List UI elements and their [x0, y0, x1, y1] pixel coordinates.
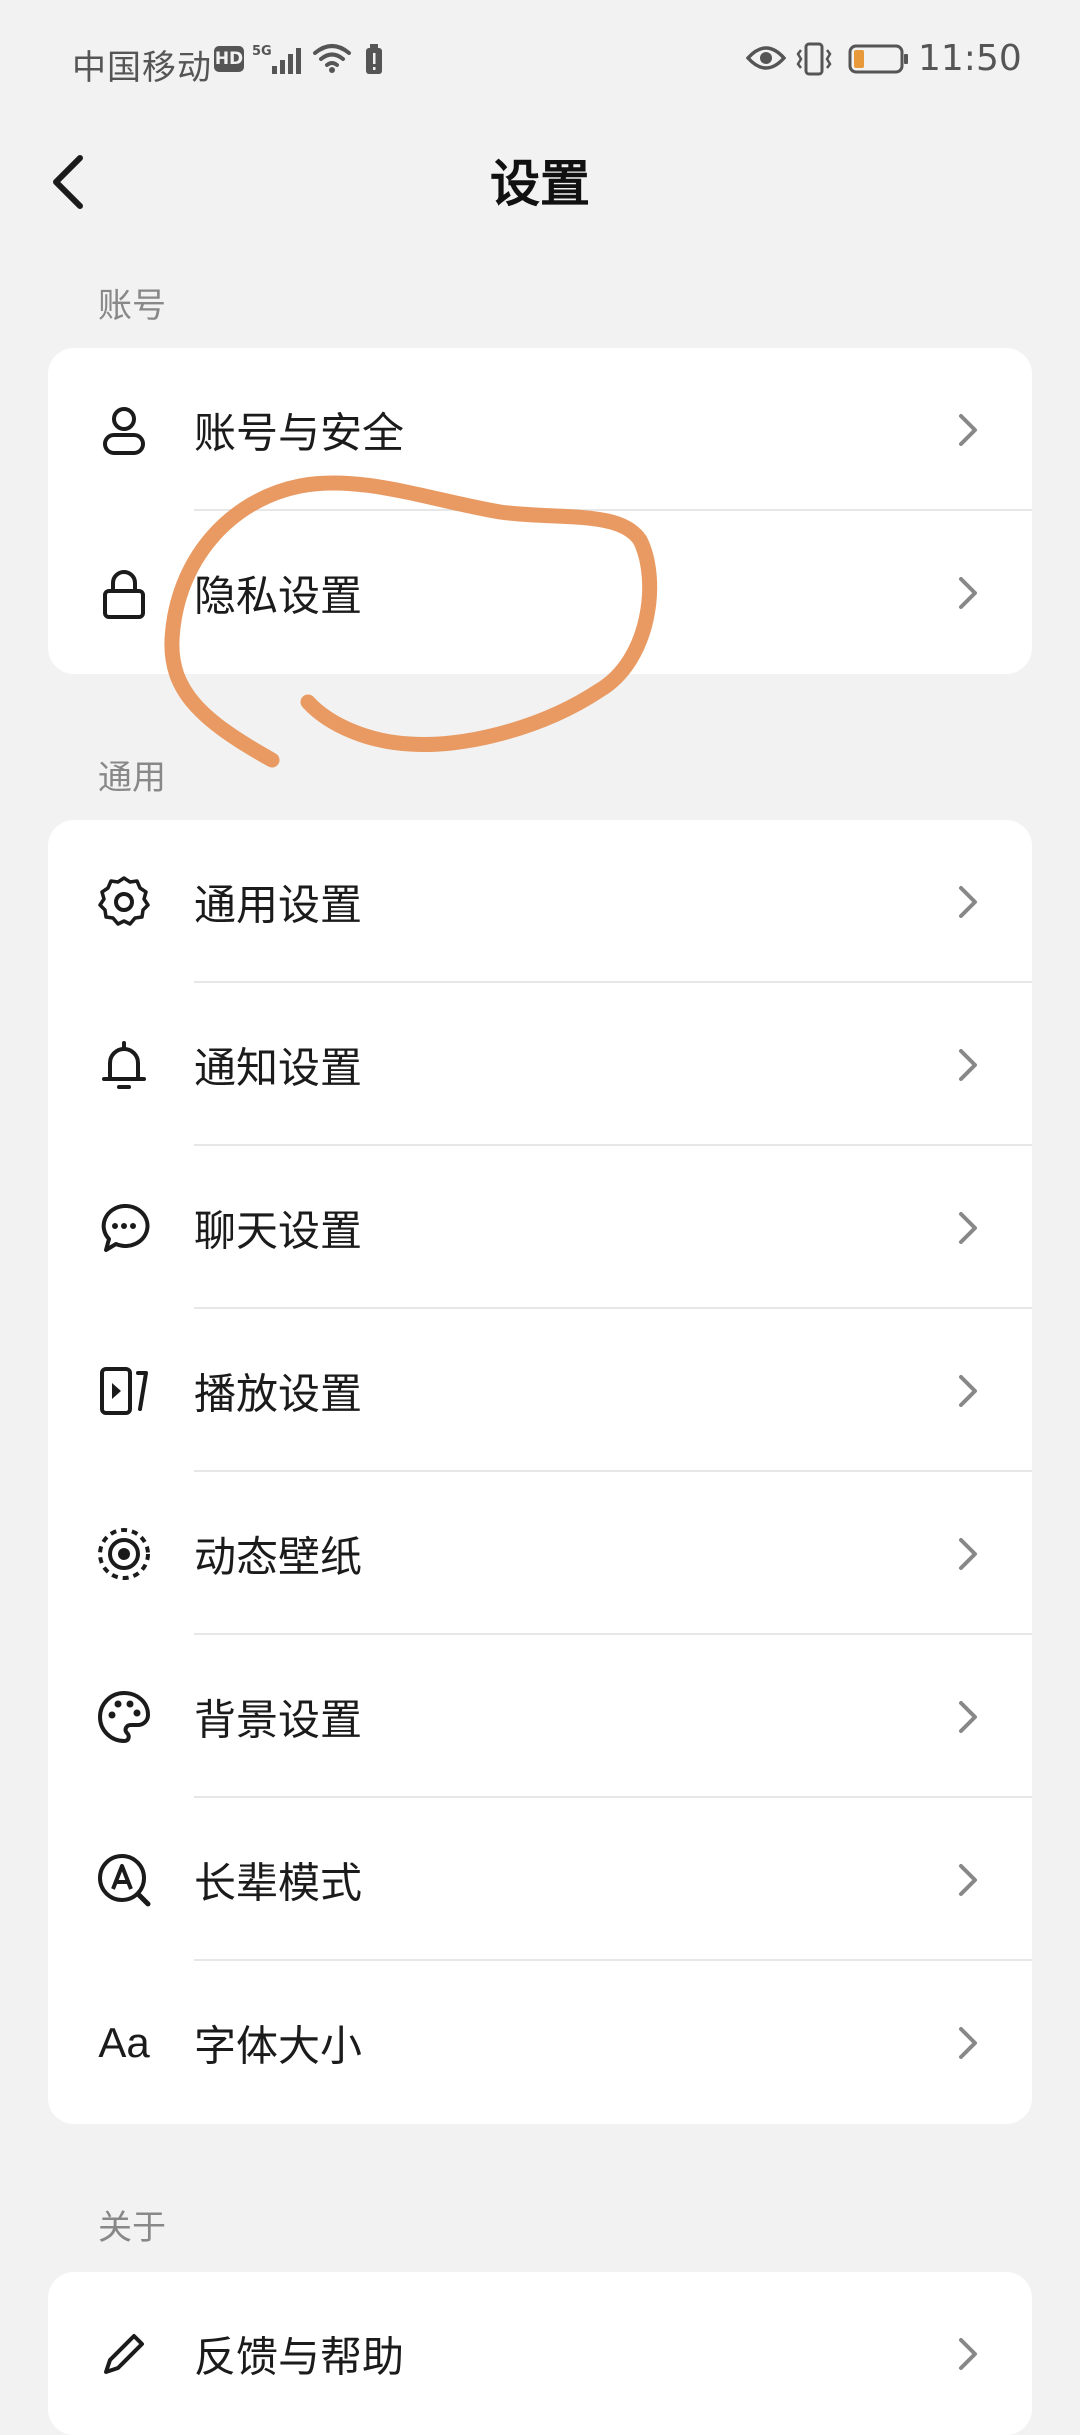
row-label: 账号与安全: [194, 408, 405, 457]
network-type: 5G: [252, 44, 272, 59]
section-label-general: 通用: [98, 758, 166, 798]
signal-icon: [272, 48, 301, 74]
wifi-icon: [313, 44, 351, 73]
status-bar: 中国移动 HD 5G 11:50: [0, 0, 1080, 120]
chevron-right-icon: [959, 885, 977, 918]
row-label: 播放设置: [194, 1369, 363, 1418]
play-icon: [96, 1363, 152, 1419]
battery-icon: [848, 44, 908, 74]
hd-badge: HD: [214, 46, 244, 72]
live-wallpaper-icon: [96, 1526, 152, 1582]
row-general-settings[interactable]: 通用设置: [48, 820, 1032, 983]
row-label: 动态壁纸: [194, 1532, 363, 1581]
palette-icon: [96, 1689, 152, 1745]
row-elder-mode[interactable]: 长辈模式: [48, 1798, 1032, 1961]
row-label: 通用设置: [194, 880, 363, 929]
font-size-icon-text: Aa: [98, 2018, 150, 2066]
user-icon: [96, 402, 152, 458]
about-card: 反馈与帮助: [48, 2272, 1032, 2435]
section-label-account: 账号: [98, 286, 166, 326]
row-label: 隐私设置: [194, 571, 363, 620]
chat-bubble-icon: [96, 1200, 152, 1256]
row-chat-settings[interactable]: 聊天设置: [48, 1146, 1032, 1309]
elder-mode-icon: [96, 1852, 152, 1908]
account-card: 账号与安全 隐私设置: [48, 348, 1032, 674]
general-card: 通用设置 通知设置 聊天设置 播放设置 动态壁纸 背景设置 长辈模式 Aa 字体…: [48, 820, 1032, 2124]
chevron-right-icon: [959, 413, 977, 446]
chevron-right-icon: [959, 1048, 977, 1081]
chevron-right-icon: [959, 1537, 977, 1570]
chevron-right-icon: [959, 1863, 977, 1896]
row-playback-settings[interactable]: 播放设置: [48, 1309, 1032, 1472]
clock: 11:50: [918, 38, 1022, 79]
font-size-icon: Aa: [96, 2015, 152, 2071]
bell-icon: [96, 1037, 152, 1093]
page-title: 设置: [490, 155, 590, 213]
row-label: 背景设置: [194, 1695, 363, 1744]
lock-icon: [96, 565, 152, 621]
chevron-right-icon: [959, 1211, 977, 1244]
row-label: 长辈模式: [194, 1858, 363, 1907]
section-label-about: 关于: [98, 2208, 166, 2248]
row-background-settings[interactable]: 背景设置: [48, 1635, 1032, 1798]
row-notification-settings[interactable]: 通知设置: [48, 983, 1032, 1146]
row-account-security[interactable]: 账号与安全: [48, 348, 1032, 511]
chevron-right-icon: [959, 576, 977, 609]
row-label: 聊天设置: [194, 1206, 363, 1255]
chevron-right-icon: [959, 1374, 977, 1407]
eye-icon: [746, 46, 786, 70]
alert-icon: [366, 44, 382, 74]
chevron-right-icon: [959, 2026, 977, 2059]
vibrate-icon: [796, 42, 832, 76]
row-font-size[interactable]: Aa 字体大小: [48, 1961, 1032, 2124]
gear-icon: [96, 874, 152, 930]
row-label: 字体大小: [194, 2021, 363, 2070]
row-privacy-settings[interactable]: 隐私设置: [48, 511, 1032, 674]
row-label: 通知设置: [194, 1043, 363, 1092]
carrier-name: 中国移动: [72, 48, 212, 88]
chevron-right-icon: [959, 1700, 977, 1733]
row-live-wallpaper[interactable]: 动态壁纸: [48, 1472, 1032, 1635]
row-label: 反馈与帮助: [194, 2332, 405, 2381]
feedback-icon: [96, 2326, 152, 2382]
row-feedback-help[interactable]: 反馈与帮助: [48, 2272, 1032, 2435]
